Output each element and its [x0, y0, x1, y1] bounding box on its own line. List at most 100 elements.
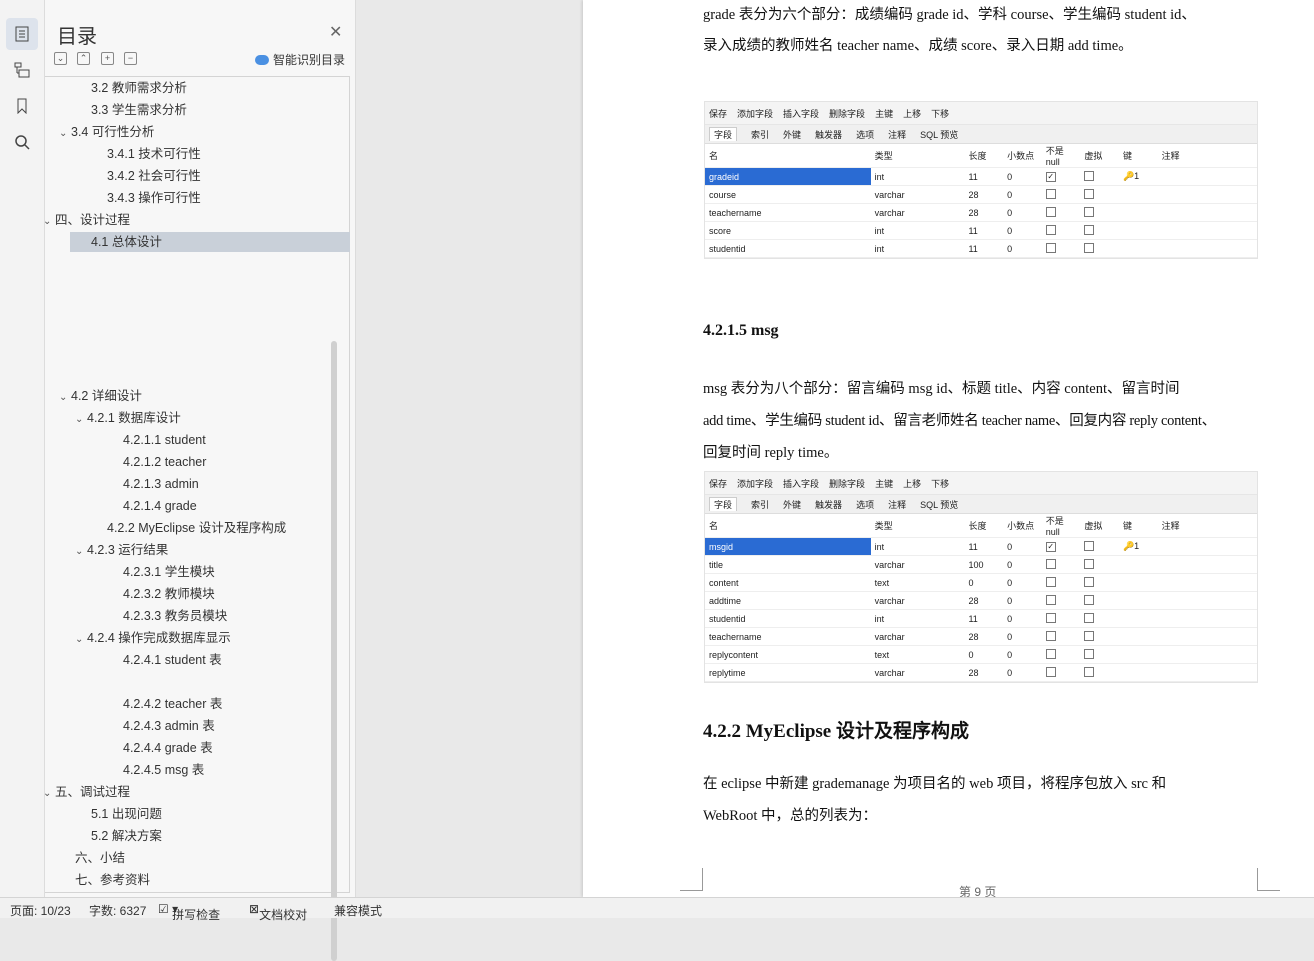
chevron-down-icon[interactable]: ⌄ — [75, 630, 87, 650]
db-cell: 🔑1 — [1118, 167, 1158, 186]
word-count[interactable]: 字数: 6327 — [89, 902, 146, 919]
db-cell: 0 — [1003, 591, 1042, 610]
db-header-cell: 不是 null — [1041, 144, 1081, 168]
toc-item[interactable]: 3.2 教师需求分析 — [91, 78, 187, 98]
paragraph-msg-line1: msg 表分为八个部分：留言编码 msg id、标题 title、内容 cont… — [703, 381, 1180, 397]
db-header-cell: 类型 — [870, 144, 965, 168]
db-cell: 0 — [1003, 239, 1042, 258]
spell-check-button[interactable]: ☑ 拼写检查 ▾ — [158, 902, 220, 922]
toc-item-label: 4.2.1.3 admin — [123, 477, 199, 491]
db-cell — [1041, 663, 1081, 682]
toc-item-label: 四、设计过程 — [55, 213, 131, 227]
db-header-cell: 长度 — [964, 144, 1004, 168]
db-cell — [1041, 609, 1081, 628]
toc-item[interactable]: 3.4.1 技术可行性 — [107, 144, 201, 164]
collapse-all-icon[interactable]: ⌄ — [54, 52, 67, 65]
db-tab: 选项 — [856, 129, 875, 140]
toc-item[interactable]: 3.4.2 社会可行性 — [107, 166, 201, 186]
chevron-down-icon[interactable]: ⌄ — [43, 212, 55, 232]
db-tab: 触发器 — [815, 499, 843, 510]
toc-item[interactable]: 4.2.2 MyEclipse 设计及程序构成 — [107, 518, 286, 538]
toc-item[interactable]: 六、小结 — [75, 848, 125, 868]
bookmark-button[interactable] — [6, 90, 38, 122]
db-cell — [1118, 627, 1158, 646]
db-cell — [1041, 203, 1081, 222]
toc-item[interactable]: 4.2.1.2 teacher — [123, 452, 206, 472]
db-tab: SQL 预览 — [920, 499, 959, 510]
db-row: course varchar 28 0 — [705, 185, 1257, 204]
db-header-cell: 虚拟 — [1080, 144, 1119, 168]
toc-item[interactable]: ⌄ 四、设计过程 — [43, 210, 130, 230]
chevron-down-icon[interactable]: ⌄ — [59, 124, 71, 144]
paragraph-eclipse-line1: 在 eclipse 中新建 grademanage 为项目名的 web 项目，将… — [703, 776, 1167, 792]
key-icon: 🔑 — [1122, 541, 1135, 551]
db-tab: 选项 — [856, 499, 875, 510]
smart-toc-button[interactable]: 智能识别目录 — [255, 51, 345, 68]
toc-item[interactable]: ⌄ 4.2.1 数据库设计 — [75, 408, 181, 428]
db-toolbar-up: 上移 — [903, 108, 922, 119]
chevron-down-icon[interactable]: ⌄ — [75, 410, 87, 430]
db-cell — [1080, 627, 1119, 646]
chevron-down-icon[interactable]: ⌄ — [43, 784, 55, 804]
search-button[interactable] — [6, 126, 38, 158]
toc-item[interactable]: ⌄ 4.2.4 操作完成数据库显示 — [75, 628, 231, 648]
db-tab: 字段 — [709, 127, 738, 141]
toc-item[interactable]: 4.2.3.3 教务员模块 — [123, 606, 227, 626]
db-cell — [1080, 185, 1119, 204]
toc-item[interactable]: 4.2.1.4 grade — [123, 496, 197, 516]
toc-item[interactable]: 5.1 出现问题 — [91, 804, 162, 824]
db-cell: teachername — [705, 203, 871, 222]
db-cell: 0 — [1003, 609, 1042, 628]
chevron-down-icon[interactable]: ⌄ — [59, 388, 71, 408]
toc-item[interactable]: ⌄ 4.2 详细设计 — [59, 386, 142, 406]
db-cell: score — [705, 221, 871, 240]
db-cell — [1157, 663, 1257, 682]
toc-item[interactable]: 3.3 学生需求分析 — [91, 100, 187, 120]
bookmark-icon — [17, 98, 27, 114]
db-cell: 11 — [964, 537, 1004, 556]
scrollbar[interactable] — [331, 341, 337, 961]
db-toolbar-insert: 插入字段 — [783, 478, 820, 489]
toc-item-label: 六、小结 — [75, 851, 126, 865]
db-cell — [1080, 221, 1119, 240]
db-cell — [1080, 645, 1119, 664]
toc-item-label: 4.2.4.4 grade 表 — [123, 741, 213, 755]
toc-item[interactable]: 4.2.4.3 admin 表 — [123, 716, 215, 736]
toc-item[interactable]: ⌄ 4.2.3 运行结果 — [75, 540, 168, 560]
db-cell: 0 — [964, 645, 1004, 664]
toc-item[interactable]: 七、参考资料 — [75, 870, 150, 890]
toc-item[interactable]: 4.2.4.4 grade 表 — [123, 738, 213, 758]
toc-item[interactable]: 4.2.3.2 教师模块 — [123, 584, 215, 604]
toc-item[interactable]: 4.2.1.1 student — [123, 430, 206, 450]
db-cell: 0 — [1003, 627, 1042, 646]
toc-item[interactable]: ⌄ 3.4 可行性分析 — [59, 122, 154, 142]
msg-table-screenshot: 保存 添加字段 插入字段 删除字段 主键 上移 下移 字段 索引 外键 触发器 选项 注释 SQL 预览名… — [704, 471, 1258, 683]
add-heading-icon[interactable]: + — [101, 52, 114, 65]
grade-table-screenshot: 保存 添加字段 插入字段 删除字段 主键 上移 下移 字段 索引 外键 触发器 选项 注释 SQL 预览名… — [704, 101, 1258, 259]
toc-item[interactable]: 4.2.3.1 学生模块 — [123, 562, 215, 582]
toc-item[interactable]: 4.1 总体设计 — [70, 232, 350, 252]
toc-item[interactable]: 4.2.4.5 msg 表 — [123, 760, 204, 780]
db-header-cell: 名 — [705, 144, 871, 168]
toc-item[interactable]: 3.4.3 操作可行性 — [107, 188, 201, 208]
toc-item[interactable]: 4.2.4.1 student 表 — [123, 650, 222, 670]
toc-view-button[interactable] — [6, 18, 38, 50]
db-cell — [1080, 609, 1119, 628]
expand-all-icon[interactable]: ⌃ — [77, 52, 90, 65]
toc-item[interactable]: 4.2.1.3 admin — [123, 474, 199, 494]
proofread-button[interactable]: ⊠ 文档校对 — [249, 902, 307, 922]
toc-item[interactable]: 4.2.4.2 teacher 表 — [123, 694, 222, 714]
toc-item[interactable]: ⌄ 五、调试过程 — [43, 782, 130, 802]
remove-heading-icon[interactable]: − — [124, 52, 137, 65]
db-row: replycontent text 0 0 — [705, 645, 1257, 664]
toc-item[interactable]: 5.2 解决方案 — [91, 826, 162, 846]
db-header-cell: 键 — [1118, 144, 1158, 168]
close-icon[interactable]: ✕ — [329, 22, 342, 42]
page-indicator[interactable]: 页面: 10/23 — [10, 902, 71, 919]
db-cell — [1157, 645, 1257, 664]
db-cell — [1118, 185, 1158, 204]
chevron-down-icon[interactable]: ⌄ — [75, 542, 87, 562]
key-icon: 🔑 — [1122, 171, 1135, 181]
nav-pane-button[interactable] — [6, 54, 38, 86]
db-cell: 11 — [964, 167, 1004, 186]
